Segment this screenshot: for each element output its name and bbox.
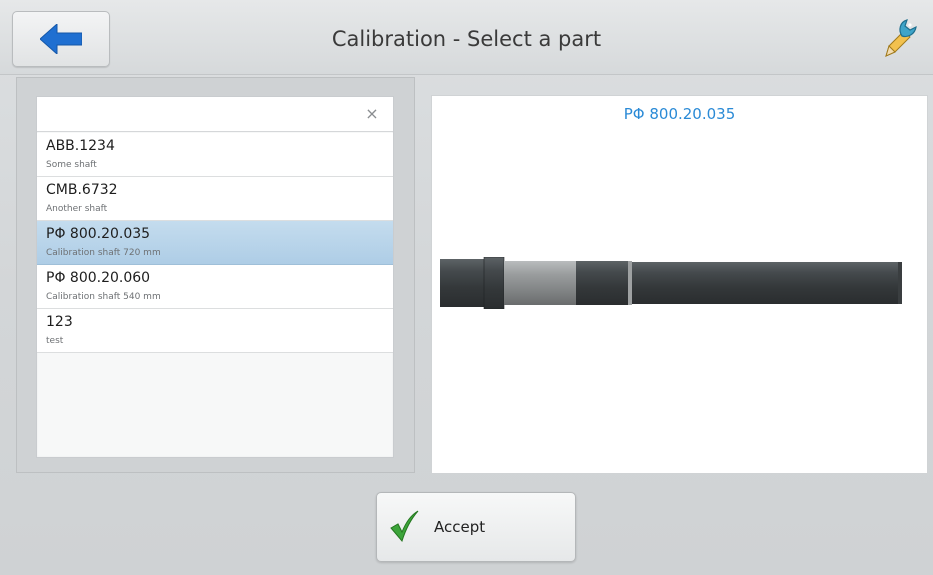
clear-search-icon[interactable]: × <box>363 105 381 123</box>
list-item[interactable]: PΦ 800.20.060 Calibration shaft 540 mm <box>37 265 393 309</box>
preview-title: PΦ 800.20.035 <box>623 105 736 123</box>
arrow-left-icon <box>40 24 82 54</box>
search-input[interactable] <box>37 97 357 131</box>
wrench-pencil-icon[interactable] <box>880 16 920 60</box>
search-row: × <box>37 97 393 132</box>
part-code: ABB.1234 <box>46 138 115 154</box>
part-preview-panel: PΦ 800.20.035 <box>431 95 928 474</box>
parts-list-box: × ABB.1234 Some shaft CMB.6732 Another s… <box>36 96 394 458</box>
part-description: test <box>46 336 64 346</box>
accept-button[interactable]: Accept <box>376 492 576 562</box>
parts-list: ABB.1234 Some shaft CMB.6732 Another sha… <box>37 133 393 353</box>
part-code: CMB.6732 <box>46 182 118 198</box>
list-item[interactable]: ABB.1234 Some shaft <box>37 133 393 177</box>
part-description: Another shaft <box>46 204 108 214</box>
list-item-selected[interactable]: PΦ 800.20.035 Calibration shaft 720 mm <box>37 221 393 265</box>
accept-label: Accept <box>434 518 486 536</box>
part-code: PΦ 800.20.060 <box>46 270 151 286</box>
page-title: Calibration - Select a part <box>331 27 602 51</box>
list-item[interactable]: CMB.6732 Another shaft <box>37 177 393 221</box>
checkmark-icon <box>390 510 419 542</box>
list-item[interactable]: 123 test <box>37 309 393 353</box>
part-code: PΦ 800.20.035 <box>46 226 151 242</box>
back-button[interactable] <box>12 11 110 67</box>
part-code: 123 <box>46 314 73 330</box>
shaft-image <box>440 257 902 309</box>
part-description: Calibration shaft 540 mm <box>46 292 161 302</box>
header-bar: Calibration - Select a part <box>0 0 933 75</box>
parts-list-panel: × ABB.1234 Some shaft CMB.6732 Another s… <box>16 77 415 473</box>
part-description: Calibration shaft 720 mm <box>46 248 161 258</box>
part-description: Some shaft <box>46 160 97 170</box>
